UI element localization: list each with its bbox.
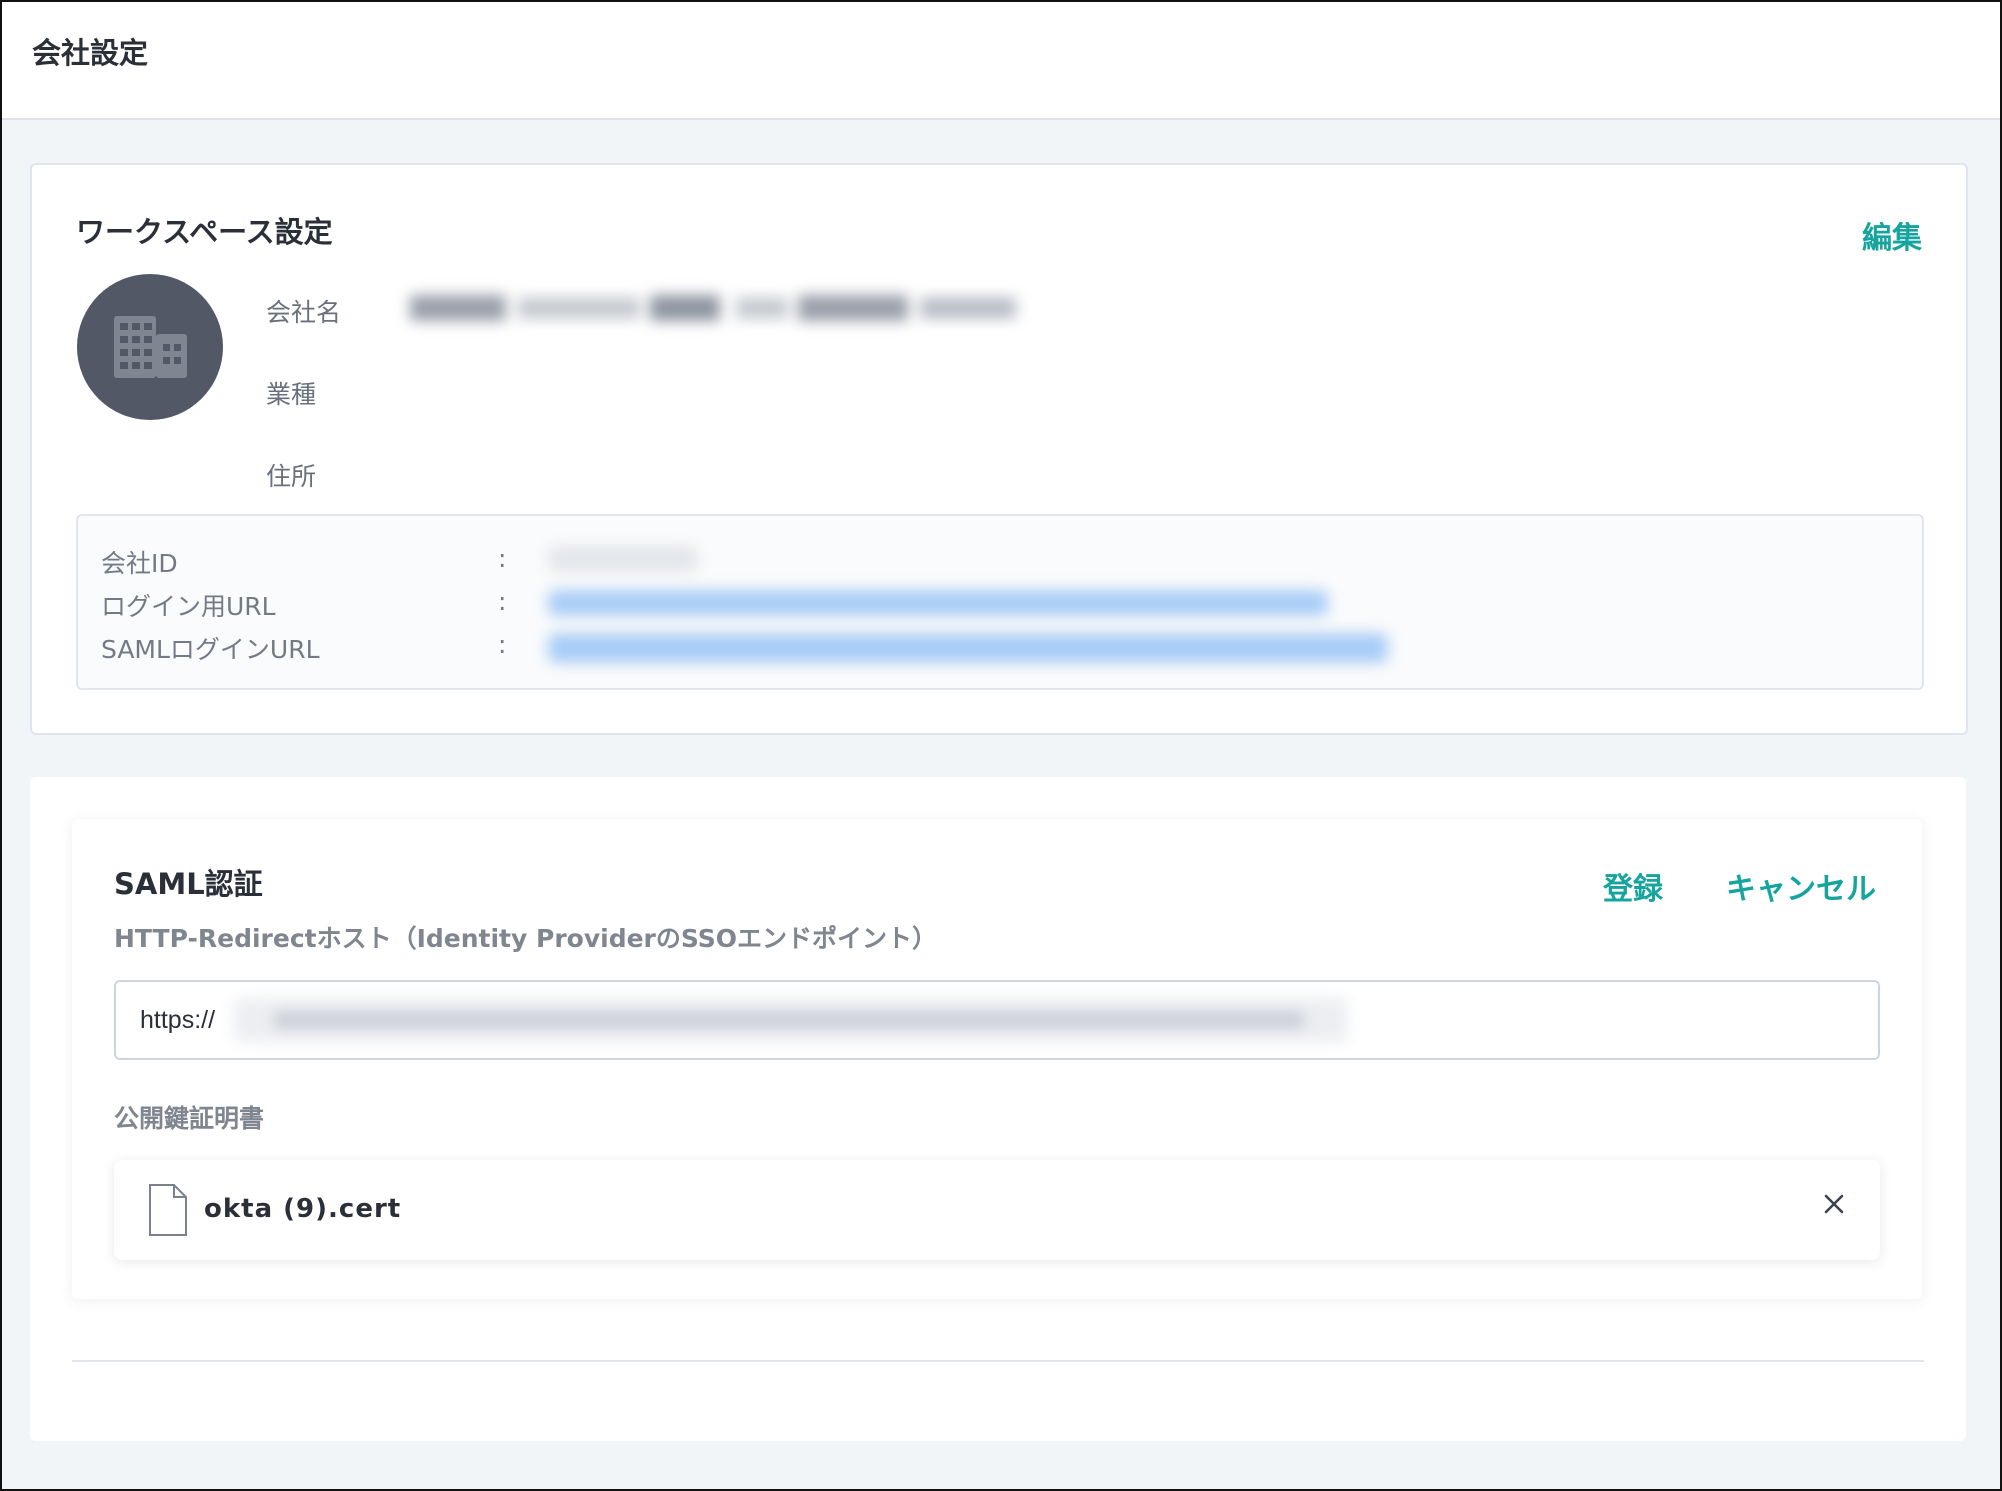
edit-button[interactable]: 編集 xyxy=(1862,213,1922,257)
saml-form: SAML認証 登録 キャンセル HTTP-Redirectホスト（Identit… xyxy=(72,819,1922,1299)
saml-login-url-label: SAMLログインURL xyxy=(101,635,320,664)
workspace-settings-card: ワークスペース設定 編集 会社名 業種 住所 会社ID: ログイン用URL:… xyxy=(30,163,1968,735)
certificate-file-name: okta (9).cert xyxy=(204,1194,402,1224)
http-redirect-host-field[interactable] xyxy=(114,980,1880,1060)
company-id-value-redacted xyxy=(548,546,698,572)
divider xyxy=(72,1360,1924,1362)
company-name-value-redacted xyxy=(400,281,1025,333)
info-colon: : xyxy=(498,630,507,659)
building-icon xyxy=(114,316,187,378)
register-button[interactable]: 登録 xyxy=(1603,864,1663,908)
certificate-file-item: okta (9).cert xyxy=(114,1160,1880,1260)
page-title: 会社設定 xyxy=(32,36,149,70)
file-icon xyxy=(149,1184,187,1236)
http-redirect-host-input[interactable] xyxy=(140,982,224,1058)
login-url-label: ログイン用URL xyxy=(101,592,276,621)
host-value-redacted xyxy=(234,998,1348,1042)
http-redirect-host-label: HTTP-Redirectホスト（Identity ProviderのSSOエン… xyxy=(114,924,938,953)
industry-label: 業種 xyxy=(266,380,317,409)
company-id-label: 会社ID xyxy=(101,549,178,578)
workspace-section-title: ワークスペース設定 xyxy=(76,215,333,249)
app-frame: 会社設定 ワークスペース設定 編集 会社名 業種 住所 会社ID: ログイン用… xyxy=(0,0,2002,1491)
saml-settings-card: SAML認証 登録 キャンセル HTTP-Redirectホスト（Identit… xyxy=(30,777,1966,1441)
company-info-box: 会社ID : ログイン用URL : SAMLログインURL : xyxy=(76,514,1924,690)
saml-login-url-link-redacted[interactable] xyxy=(548,633,1388,663)
saml-section-title: SAML認証 xyxy=(114,867,263,901)
info-colon: : xyxy=(498,587,507,616)
company-name-label: 会社名 xyxy=(266,298,342,327)
login-url-link-redacted[interactable] xyxy=(548,590,1328,616)
public-key-certificate-label: 公開鍵証明書 xyxy=(114,1104,265,1133)
cancel-button[interactable]: キャンセル xyxy=(1726,864,1876,908)
close-icon[interactable] xyxy=(1818,1188,1850,1220)
company-avatar[interactable] xyxy=(77,274,223,420)
info-colon: : xyxy=(498,544,507,573)
address-label: 住所 xyxy=(266,462,317,491)
top-bar: 会社設定 xyxy=(2,2,2000,120)
